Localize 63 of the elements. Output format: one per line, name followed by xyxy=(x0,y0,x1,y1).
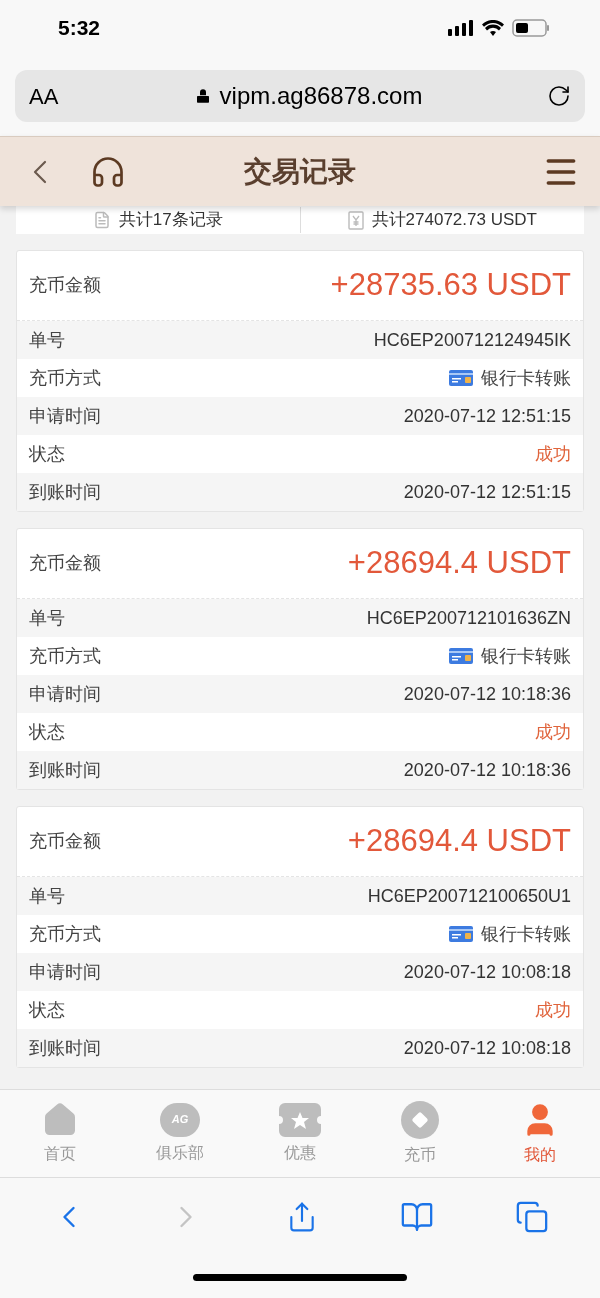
nav-tab[interactable]: 首页 xyxy=(0,1101,120,1166)
tabs-icon[interactable] xyxy=(515,1200,550,1234)
detail-label: 充币方式 xyxy=(29,644,101,668)
amount-label: 充币金额 xyxy=(29,274,101,297)
detail-value: HC6EP200712100650U1 xyxy=(367,884,571,908)
amount-value: +28694.4 USDT xyxy=(347,822,571,861)
detail-label: 单号 xyxy=(29,328,65,352)
reload-icon[interactable] xyxy=(547,84,571,108)
detail-value: 2020-07-12 12:51:15 xyxy=(403,480,571,504)
detail-label: 充币方式 xyxy=(29,366,101,390)
detail-label: 充币方式 xyxy=(29,922,101,946)
clock-time: 5:32 xyxy=(58,15,101,42)
url-text: vipm.ag86878.com xyxy=(219,81,423,111)
summary-text: 共计274072.73 USDT xyxy=(371,209,537,232)
status-value: 成功 xyxy=(535,442,571,466)
detail-value: 2020-07-12 10:08:18 xyxy=(403,960,571,984)
bank-card-icon xyxy=(449,370,473,386)
amount-value: +28735.63 USDT xyxy=(330,266,571,305)
detail-value: 银行卡转账 xyxy=(481,644,571,668)
status-value: 成功 xyxy=(535,998,571,1022)
nav-tab[interactable]: 优惠 xyxy=(240,1102,360,1165)
nav-tab[interactable]: AG 俱乐部 xyxy=(120,1102,240,1165)
detail-label: 单号 xyxy=(29,606,65,630)
detail-label: 申请时间 xyxy=(29,404,101,428)
detail-label: 状态 xyxy=(29,720,65,744)
bank-card-icon xyxy=(449,926,473,942)
bank-card-icon xyxy=(449,648,473,664)
detail-label: 申请时间 xyxy=(29,960,101,984)
amount-value: +28694.4 USDT xyxy=(347,544,571,583)
detail-value: 2020-07-12 10:18:36 xyxy=(403,758,571,782)
status-value: 成功 xyxy=(535,720,571,744)
detail-label: 申请时间 xyxy=(29,682,101,706)
ticket-star-icon xyxy=(279,1102,321,1137)
yen-receipt-icon xyxy=(347,210,364,230)
detail-value: HC6EP200712101636ZN xyxy=(366,606,571,630)
wifi-icon xyxy=(482,20,504,36)
amount-label: 充币金额 xyxy=(29,830,101,853)
book-icon[interactable] xyxy=(399,1200,434,1234)
detail-value: 银行卡转账 xyxy=(481,366,571,390)
speech-bubble-icon: AG xyxy=(160,1102,200,1137)
nav-tab[interactable]: 充币 xyxy=(360,1100,480,1167)
detail-label: 状态 xyxy=(29,442,65,466)
page-title: 交易记录 xyxy=(243,154,357,189)
summary-text: 共计17条记录 xyxy=(118,209,223,232)
detail-label: 单号 xyxy=(29,884,65,908)
signal-icon xyxy=(448,20,474,36)
battery-icon xyxy=(512,19,550,37)
detail-value: 2020-07-12 12:51:15 xyxy=(403,404,571,428)
coin-icon xyxy=(401,1100,439,1139)
document-icon xyxy=(92,211,111,229)
detail-label: 到账时间 xyxy=(29,480,101,504)
detail-value: 银行卡转账 xyxy=(481,922,571,946)
detail-value: HC6EP200712124945IK xyxy=(373,328,571,352)
nav-tab[interactable]: 我的 xyxy=(480,1100,600,1167)
address-bar[interactable]: AA vipm.ag86878.com xyxy=(15,70,585,122)
detail-value: 2020-07-12 10:18:36 xyxy=(403,682,571,706)
detail-label: 到账时间 xyxy=(29,1036,101,1060)
home-icon xyxy=(42,1101,78,1138)
detail-value: 2020-07-12 10:08:18 xyxy=(403,1036,571,1060)
detail-label: 到账时间 xyxy=(29,758,101,782)
detail-label: 状态 xyxy=(29,998,65,1022)
text-size-button[interactable]: AA xyxy=(29,79,69,113)
amount-label: 充币金额 xyxy=(29,552,101,575)
